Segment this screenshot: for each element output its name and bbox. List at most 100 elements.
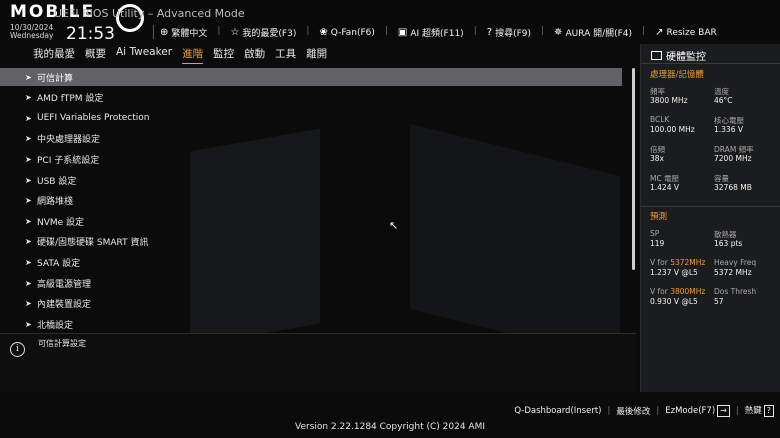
- toolbar-label: 我的最愛(F3): [242, 29, 297, 39]
- monitor-title-text: 硬體監控: [666, 52, 706, 63]
- chevron-right-icon: ➤: [25, 72, 32, 82]
- clock: 21:53: [66, 24, 115, 44]
- menu-scrollbar[interactable]: [632, 68, 635, 270]
- tab-3[interactable]: 進階: [182, 46, 204, 64]
- help-text: 可信計算設定: [38, 339, 86, 348]
- section-prediction: 預測: [650, 212, 668, 222]
- menu-item[interactable]: ➤ 網路堆棧: [0, 192, 622, 210]
- star-icon: ☆: [230, 27, 240, 38]
- tab-6[interactable]: 工具: [275, 46, 296, 64]
- monitor-label-frequency: 5372MHz: [670, 258, 706, 267]
- tab-4[interactable]: 監控: [213, 46, 234, 64]
- toolbar-separator: |: [384, 26, 388, 36]
- toolbar-label: AURA 開/關(F4): [565, 29, 633, 39]
- menu-item-label: UEFI Variables Protection: [37, 113, 150, 124]
- monitor-value: 1.237 V @L5: [650, 268, 698, 277]
- toolbar-label: 搜尋(F9): [495, 29, 531, 39]
- tab-2[interactable]: Ai Tweaker: [116, 46, 172, 64]
- menu-item-label: NVMe 設定: [37, 217, 85, 228]
- toolbar-label: Q-Fan(F6): [330, 27, 375, 38]
- menu-item[interactable]: ➤ 硬碟/固態硬碟 SMART 資訊: [0, 233, 622, 251]
- monitor-value: 7200 MHz: [714, 154, 752, 163]
- monitor-label: Heavy Freq: [714, 258, 757, 267]
- menu-item[interactable]: ➤ UEFI Variables Protection: [0, 109, 622, 127]
- ezmode-button[interactable]: EzMode(F7) →: [665, 404, 730, 417]
- toolbar-star-button[interactable]: ☆ 我的最愛(F3): [230, 26, 296, 39]
- tab-7[interactable]: 離開: [306, 46, 327, 64]
- toolbar-fan-button[interactable]: ❀ Q-Fan(F6): [319, 26, 374, 39]
- tab-1[interactable]: 概要: [85, 46, 106, 64]
- monitor-divider: [641, 63, 780, 64]
- menu-item[interactable]: ➤ 可信計算: [0, 68, 622, 86]
- menu-item[interactable]: ➤ PCI 子系統設定: [0, 150, 622, 168]
- toolbar-label: AI 超頻(F11): [410, 29, 464, 39]
- search-icon: ?: [486, 27, 493, 38]
- toolbar-ai-button[interactable]: ▣ AI 超頻(F11): [398, 26, 464, 39]
- monitor-value: 57: [714, 297, 724, 306]
- toolbar-globe-button[interactable]: ⊕ 繁體中文: [160, 26, 207, 39]
- chevron-right-icon: ➤: [25, 237, 32, 247]
- tab-5[interactable]: 啟動: [244, 46, 265, 64]
- bios-title: UEFI BIOS Utility – Advanced Mode: [54, 7, 245, 20]
- mouse-cursor-icon: ↖: [389, 219, 399, 232]
- menu-item[interactable]: ➤ AMD fTPM 設定: [0, 89, 622, 107]
- chevron-right-icon: ➤: [25, 154, 32, 164]
- ezmode-label: EzMode(F7): [665, 405, 716, 416]
- menu-item-label: 內建裝置設定: [37, 300, 92, 311]
- toolbar-search-button[interactable]: ? 搜尋(F9): [487, 26, 531, 39]
- chevron-right-icon: ➤: [25, 93, 32, 103]
- monitor-value: 1.336 V: [714, 125, 743, 134]
- menu-item[interactable]: ➤ 內建裝置設定: [0, 295, 622, 313]
- menu-item[interactable]: ➤ USB 設定: [0, 171, 622, 189]
- monitor-value: 100.00 MHz: [650, 125, 695, 134]
- footer-separator: |: [607, 405, 611, 416]
- toolbar-separator: |: [217, 26, 221, 36]
- toolbar-separator: |: [642, 26, 646, 36]
- hardware-monitor-panel: 硬體監控 處理器/記憶體 預測 頻率 3800 MHz 溫度 46°C BCLK 100.…: [640, 44, 780, 392]
- resize-icon: ↗: [655, 27, 664, 38]
- menu-item-label: 硬碟/固態硬碟 SMART 資訊: [37, 238, 149, 249]
- hotkeys-label: 熱鍵: [744, 406, 762, 416]
- monitor-value: 32768 MB: [714, 183, 752, 192]
- menu-item[interactable]: ➤ 中央處理器設定: [0, 130, 622, 148]
- menu-item-label: SATA 設定: [37, 258, 81, 269]
- monitor-icon: [651, 51, 662, 60]
- monitor-value: 1.424 V: [650, 183, 679, 192]
- menu-item-label: PCI 子系統設定: [37, 155, 100, 166]
- aura-icon: ✵: [554, 27, 563, 38]
- chevron-right-icon: ➤: [25, 175, 32, 185]
- footer-separator: |: [656, 405, 660, 416]
- monitor-label: V for 5372MHz: [650, 258, 705, 267]
- toolbar-aura-button[interactable]: ✵ AURA 開/關(F4): [554, 26, 632, 39]
- hotkeys-icon: ?: [763, 405, 774, 417]
- chevron-right-icon: ➤: [25, 299, 32, 309]
- toolbar-label: 繁體中文: [171, 29, 208, 39]
- toolbar-resize-button[interactable]: ↗ Resize BAR: [655, 26, 717, 39]
- menu-item[interactable]: ➤ SATA 設定: [0, 253, 622, 271]
- toolbar: ⊕ 繁體中文 | ☆ 我的最愛(F3) | ❀ Q-Fan(F6) | ▣ AI 超頻(F11) |?…: [160, 26, 717, 39]
- q-dashboard-button[interactable]: Q-Dashboard(Insert): [514, 406, 601, 416]
- toolbar-separator: |: [541, 26, 545, 36]
- monitor-label: V for 3800MHz: [650, 287, 705, 296]
- menu-item-label: 網路堆棧: [37, 197, 74, 208]
- monitor-label-frequency: 3800MHz: [670, 287, 706, 296]
- menu-item-label: 北橋設定: [37, 320, 74, 331]
- menu-item[interactable]: ➤ 高級電源管理: [0, 274, 622, 292]
- toolbar-separator: |: [306, 26, 310, 36]
- footer-separator: |: [735, 405, 739, 416]
- help-panel: i 可信計算設定: [0, 333, 636, 392]
- globe-icon: ⊕: [160, 27, 169, 38]
- menu-item-label: 高級電源管理: [37, 279, 92, 290]
- menu-item[interactable]: ➤ NVMe 設定: [0, 212, 622, 230]
- tab-0[interactable]: 我的最愛: [33, 46, 75, 64]
- chevron-right-icon: ➤: [25, 319, 32, 329]
- monitor-label: SP: [650, 229, 660, 238]
- monitor-value: 163 pts: [714, 239, 743, 248]
- menu-item[interactable]: ➤ 北橋設定: [0, 315, 622, 333]
- hotkeys-button[interactable]: 熱鍵?: [745, 404, 774, 417]
- header-divider: [153, 25, 154, 39]
- monitor-value: 119: [650, 239, 665, 248]
- menu-item-label: 中央處理器設定: [37, 135, 101, 146]
- last-modified-button[interactable]: 最後修改: [616, 405, 650, 417]
- monitor-value: 3800 MHz: [650, 96, 688, 105]
